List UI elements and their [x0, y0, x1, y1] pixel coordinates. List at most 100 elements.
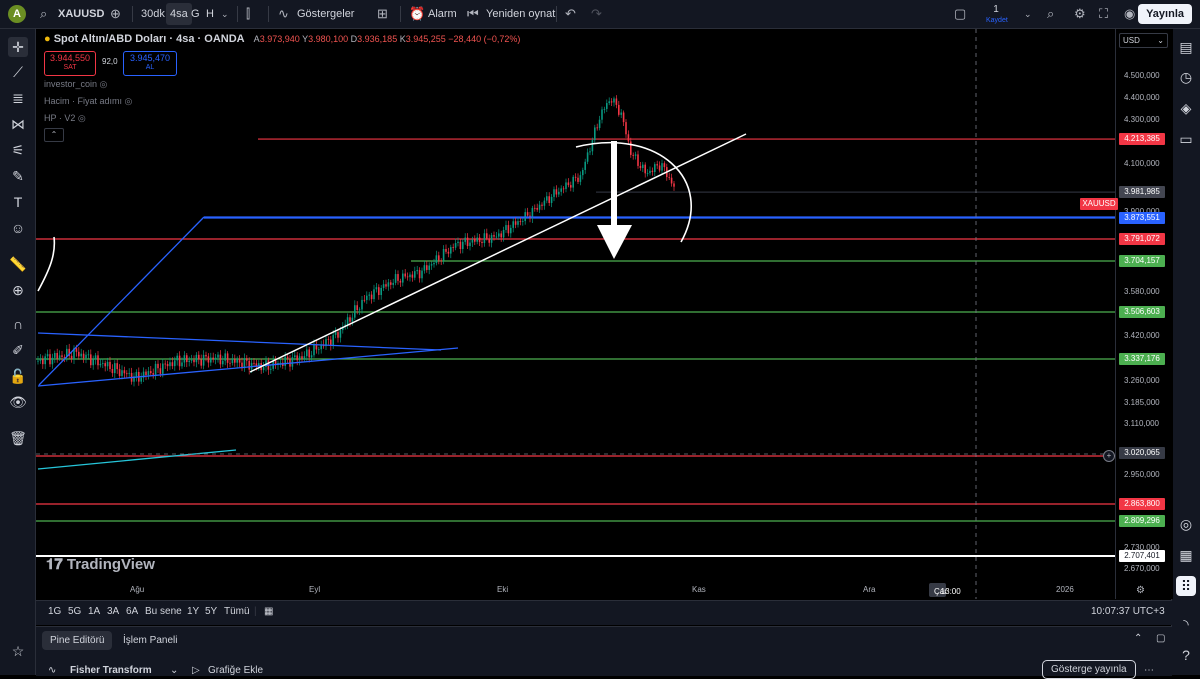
zoom-icon[interactable]: ⊕	[8, 280, 28, 300]
price-tick-label: 2.950,000	[1124, 470, 1160, 479]
text-icon[interactable]: T	[8, 192, 28, 212]
alarm-icon[interactable]: ⏰	[409, 0, 425, 28]
range-5y[interactable]: 5Y	[205, 606, 217, 617]
replay-icon[interactable]: ⏮	[467, 0, 479, 28]
chevron-down-icon[interactable]: ⌄	[170, 665, 178, 676]
target-icon[interactable]: ◎	[1176, 514, 1196, 534]
pattern-icon[interactable]: ⋈	[8, 114, 28, 134]
fullscreen-icon[interactable]: ⛶	[1099, 0, 1108, 28]
chevron-down-icon[interactable]: ⌄	[221, 0, 229, 28]
range-3m[interactable]: 3A	[107, 606, 119, 617]
projection-icon[interactable]: ⚟	[8, 140, 28, 160]
apps-icon[interactable]: ⠿	[1176, 576, 1196, 596]
interval-day[interactable]: G	[191, 0, 200, 28]
eye-icon[interactable]: ◎	[100, 79, 108, 89]
symbol-search-button[interactable]: XAUUSD	[58, 0, 104, 28]
alerts-clock-icon[interactable]: ◷	[1176, 67, 1196, 87]
pencil-lock-icon[interactable]: ✐	[8, 340, 28, 360]
tab-pine-editor[interactable]: Pine Editörü	[42, 631, 113, 650]
candles-icon[interactable]: ⫿	[246, 0, 250, 28]
range-6m[interactable]: 6A	[126, 606, 138, 617]
crosshair-icon[interactable]: ✛	[8, 37, 28, 57]
axis-settings-icon[interactable]: ⚙	[1136, 585, 1145, 596]
indicator-row[interactable]: Hacim · Fiyat adımı ◎	[44, 96, 132, 107]
eye-icon[interactable]: ◎	[125, 96, 133, 106]
indicator-row[interactable]: investor_coin ◎	[44, 79, 107, 90]
collapse-legend-button[interactable]: ⌃	[44, 128, 64, 142]
publish-script-button[interactable]: Gösterge yayınla	[1042, 660, 1136, 679]
triangle-lower-line[interactable]	[37, 347, 459, 387]
add-plus-icon[interactable]: +	[1103, 450, 1115, 462]
feed-icon[interactable]: ◝	[1176, 614, 1196, 634]
interval-4h[interactable]: 4sa	[166, 3, 192, 25]
currency-select[interactable]: USD ⌄	[1119, 33, 1168, 48]
user-avatar[interactable]: A	[8, 5, 26, 23]
indicator-row[interactable]: HP · V2 ◎	[44, 113, 86, 124]
emoji-icon[interactable]: ☺	[8, 218, 28, 238]
layers-icon[interactable]: ◈	[1176, 98, 1196, 118]
arrow-down-icon[interactable]	[597, 225, 632, 259]
range-all[interactable]: Tümü	[224, 606, 250, 617]
indicators-icon[interactable]: ∿	[278, 0, 289, 28]
help-icon[interactable]: ?	[1176, 645, 1196, 665]
settings-icon[interactable]: ⚙	[1074, 0, 1086, 28]
lock-icon[interactable]: 🔓	[8, 366, 28, 386]
range-1y[interactable]: 1Y	[187, 606, 199, 617]
chevron-up-icon[interactable]: ⌃	[1134, 633, 1142, 644]
time-axis[interactable]: Ağu Eyl Eki Kas Ara 2026 Çar 17 Ara '25 …	[36, 583, 1116, 638]
add-to-chart-button[interactable]: Grafiğe Ekle	[208, 665, 263, 676]
range-ytd[interactable]: Bu sene	[145, 606, 182, 617]
camera-icon[interactable]: ◉	[1124, 0, 1135, 28]
fullscreen-layout-icon[interactable]: ▢	[954, 0, 966, 28]
tab-trading-panel[interactable]: İşlem Paneli	[123, 635, 177, 646]
candle-body	[591, 140, 594, 152]
star-icon[interactable]: ☆	[8, 641, 28, 661]
redo-icon[interactable]: ↷	[591, 0, 602, 28]
price-axis[interactable]: USD ⌄ 4.500,000 4.400,000 4.300,000 4.100,00…	[1080, 29, 1173, 599]
symbol-title[interactable]: Spot Altın/ABD Doları · 4sa · OANDA	[54, 33, 245, 45]
eye-icon[interactable]: 👁	[8, 392, 28, 412]
watchlist-icon[interactable]: ▤	[1176, 37, 1196, 57]
buy-button[interactable]: 3.945,470 AL	[123, 51, 177, 76]
candle-body	[411, 274, 414, 278]
clock[interactable]: 10:07:37 UTC+3	[1091, 606, 1165, 617]
alarm-button[interactable]: Alarm	[428, 0, 457, 28]
maximize-icon[interactable]: ▢	[1156, 633, 1165, 644]
range-5d[interactable]: 5G	[68, 606, 81, 617]
candle-body	[435, 255, 438, 263]
layouts-icon[interactable]: ⊞	[377, 0, 388, 28]
range-1d[interactable]: 1G	[48, 606, 61, 617]
sell-button[interactable]: 3.944,550 SAT	[44, 51, 96, 76]
goto-date-icon[interactable]: ▦	[264, 606, 273, 617]
eye-icon[interactable]: ◎	[78, 113, 86, 123]
chart-pane[interactable]: ● Spot Altın/ABD Doları · 4sa · OANDA A3…	[36, 29, 1172, 599]
more-icon[interactable]: ⋯	[1144, 665, 1154, 676]
candle-body	[603, 108, 606, 110]
white-trendline[interactable]	[249, 133, 747, 373]
save-layout-button[interactable]: 1 Kaydet	[986, 3, 1008, 25]
magnet-icon[interactable]: ∩	[8, 314, 28, 334]
search-icon[interactable]: ⌕	[40, 0, 47, 28]
arc-drawing-left[interactable]	[37, 236, 56, 292]
chat-icon[interactable]: ▭	[1176, 129, 1196, 149]
fib-icon[interactable]: ≣	[8, 88, 28, 108]
trash-icon[interactable]: 🗑	[8, 428, 28, 448]
script-name[interactable]: Fisher Transform	[70, 665, 152, 676]
triangle-upper-line[interactable]	[37, 332, 442, 351]
candle-body	[471, 239, 474, 243]
interval-hour[interactable]: H	[206, 0, 214, 28]
interval-30m[interactable]: 30dk	[141, 0, 165, 28]
undo-icon[interactable]: ↶	[565, 0, 576, 28]
quick-search-icon[interactable]: ⌕	[1047, 0, 1054, 28]
compare-add-icon[interactable]: ⊕	[110, 0, 121, 28]
calendar-icon[interactable]: ▦	[1176, 545, 1196, 565]
trendline-icon[interactable]: ⟋	[8, 62, 28, 82]
replay-button[interactable]: Yeniden oynat	[486, 0, 555, 28]
publish-button[interactable]: Yayınla	[1138, 4, 1192, 24]
chevron-down-icon[interactable]: ⌄	[1024, 0, 1032, 28]
ruler-icon[interactable]: 📏	[8, 254, 28, 274]
cyan-trend-line[interactable]	[37, 449, 237, 470]
indicators-button[interactable]: Göstergeler	[297, 0, 354, 28]
range-1m[interactable]: 1A	[88, 606, 100, 617]
brush-icon[interactable]: ✎	[8, 166, 28, 186]
